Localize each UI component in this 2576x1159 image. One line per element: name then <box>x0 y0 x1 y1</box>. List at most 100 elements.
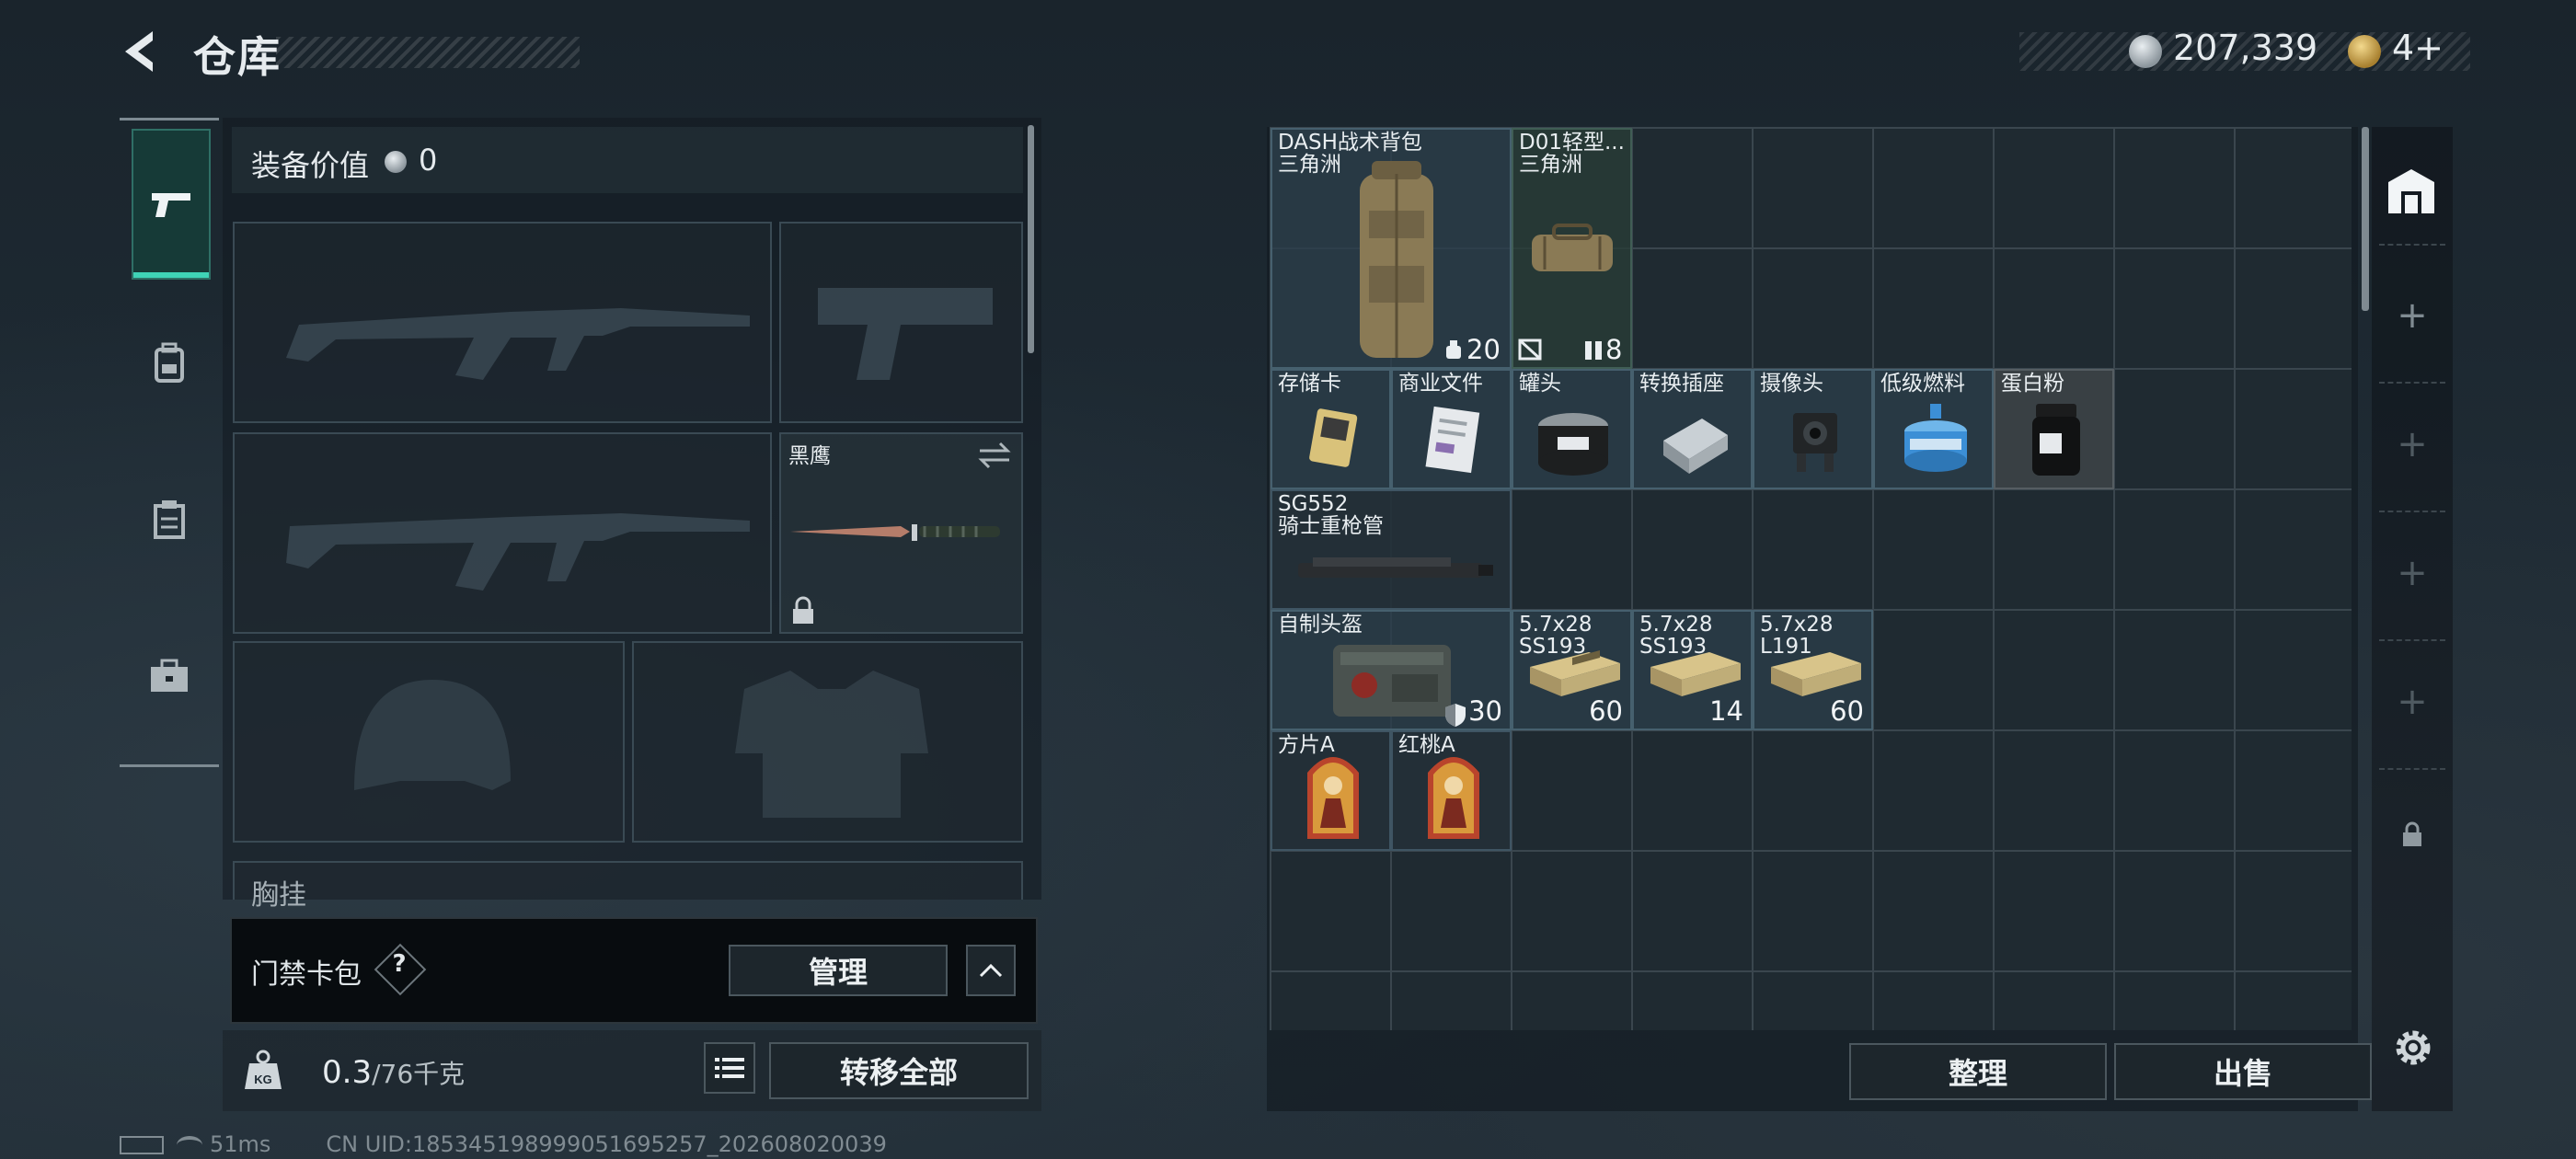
item-fuel[interactable]: 低级燃料 <box>1873 369 1994 489</box>
rifle-silhouette-icon <box>286 513 750 591</box>
item-ammo-ss193[interactable]: 5.7x28 SS193 60 <box>1512 610 1632 730</box>
item-ammo-l191[interactable]: 5.7x28 L191 60 <box>1753 610 1873 730</box>
armor-shield-icon <box>1445 704 1466 727</box>
silver-coin-icon <box>2129 35 2162 68</box>
item-name: 存储卡 <box>1278 372 1341 396</box>
ping-readout: 51ms <box>210 1131 271 1157</box>
currency-secondary-amount[interactable]: 4+ <box>2392 28 2444 68</box>
list-icon <box>715 1058 744 1078</box>
item-card-diamond-a[interactable]: 方片A <box>1271 730 1391 851</box>
back-arrow-icon[interactable] <box>118 28 166 75</box>
document-icon <box>1425 406 1480 474</box>
title-decoration <box>276 37 580 68</box>
item-memory-card[interactable]: 存储卡 <box>1271 369 1391 489</box>
armor-slot[interactable] <box>632 641 1023 843</box>
page-title: 仓库 <box>193 32 282 82</box>
tab-weapons[interactable] <box>132 129 211 280</box>
pistol-slot[interactable] <box>779 222 1023 423</box>
slots-icon <box>1585 341 1602 360</box>
item-sg552-barrel[interactable]: SG552 骑士重枪管 <box>1271 489 1512 610</box>
tab-vest[interactable] <box>132 446 207 593</box>
rail-divider <box>2379 382 2445 384</box>
item-capacity: 20 <box>1466 334 1501 365</box>
camera-icon <box>1793 413 1837 472</box>
weight-max: /76 <box>372 1059 414 1089</box>
card-icon <box>1307 757 1359 839</box>
settings-gear-icon[interactable] <box>2390 1025 2436 1071</box>
manage-button[interactable]: 管理 <box>729 945 948 996</box>
lock-icon[interactable] <box>2400 820 2424 848</box>
secondary-weapon-slot[interactable] <box>233 432 772 634</box>
storage-scrollbar[interactable] <box>2362 127 2369 311</box>
backpack-item-icon <box>1360 161 1433 358</box>
item-canned-food[interactable]: 罐头 <box>1512 369 1632 489</box>
item-business-docs[interactable]: 商业文件 <box>1391 369 1512 489</box>
item-camera[interactable]: 摄像头 <box>1753 369 1873 489</box>
item-protein-powder[interactable]: 蛋白粉 <box>1994 369 2114 489</box>
item-name: 低级燃料 <box>1880 372 1965 396</box>
item-power-adapter[interactable]: 转换插座 <box>1632 369 1753 489</box>
gold-coin-icon <box>2348 35 2381 68</box>
item-name: 罐头 <box>1519 372 1561 396</box>
weight-current: 0.3 <box>322 1054 373 1091</box>
card-icon <box>1428 757 1479 839</box>
equipment-scrollbar[interactable] <box>1028 125 1034 353</box>
expand-button[interactable] <box>966 945 1016 996</box>
sort-button[interactable]: 整理 <box>1849 1043 2107 1100</box>
weight-unit: 千克 <box>413 1059 466 1089</box>
help-glyph: ? <box>392 950 407 978</box>
chest-rig-label: 胸挂 <box>251 879 306 912</box>
weight-kg-icon: KG <box>245 1050 282 1089</box>
primary-weapon-slot[interactable] <box>233 222 772 423</box>
rail-divider <box>2379 768 2445 770</box>
item-slots: 8 <box>1605 334 1623 365</box>
sell-button[interactable]: 出售 <box>2114 1043 2372 1100</box>
helmet-silhouette-icon <box>354 680 511 790</box>
item-name: D01轻型... 三角洲 <box>1519 131 1625 177</box>
rail-divider <box>2379 639 2445 641</box>
tab-case[interactable] <box>132 602 207 750</box>
equipment-value-label: 装备价值 <box>251 148 370 183</box>
memory-card-icon <box>1309 408 1358 467</box>
list-view-button[interactable] <box>704 1042 755 1094</box>
armor-silhouette-icon <box>735 671 928 818</box>
item-name: SG552 骑士重枪管 <box>1278 492 1384 538</box>
backpack-icon <box>155 342 184 383</box>
barrel-icon <box>1298 557 1493 578</box>
helmet-item-icon <box>1333 645 1451 717</box>
tab-backpack[interactable] <box>132 290 207 437</box>
currency-primary-amount: 207,339 <box>2173 28 2318 68</box>
item-homemade-helmet[interactable]: 自制头盔 30 <box>1271 610 1512 730</box>
add-page-icon[interactable]: + <box>2392 681 2432 723</box>
melee-slot[interactable]: 黑鹰 <box>779 432 1023 634</box>
warehouse-icon[interactable] <box>2385 166 2438 217</box>
status-bar: 51ms CN UID:18534519899905169525​7_202608… <box>120 1131 887 1157</box>
item-d01-bag[interactable]: D01轻型... 三角洲 8 <box>1512 128 1632 369</box>
battery-icon <box>120 1136 164 1154</box>
item-durability: 30 <box>1468 695 1502 727</box>
rifle-silhouette-icon <box>286 308 750 380</box>
capacity-icon <box>1446 340 1461 359</box>
item-dash-backpack[interactable]: DASH战术背包 三角洲 20 <box>1271 128 1512 369</box>
adapter-icon <box>1663 419 1728 474</box>
keycard-label: 门禁卡包 <box>251 958 362 991</box>
pistol-silhouette-icon <box>818 288 993 380</box>
pistol-icon <box>152 193 190 217</box>
add-page-icon[interactable]: + <box>2392 423 2432 465</box>
item-card-heart-a[interactable]: 红桃A <box>1391 730 1512 851</box>
helmet-slot[interactable] <box>233 641 625 843</box>
chevron-up-icon <box>979 963 1003 978</box>
knife-icon <box>790 524 1000 541</box>
add-page-icon[interactable]: + <box>2392 294 2432 337</box>
add-page-icon[interactable]: + <box>2392 552 2432 594</box>
transfer-all-button[interactable]: 转移全部 <box>769 1042 1029 1099</box>
wifi-icon <box>177 1136 202 1154</box>
item-name: 商业文件 <box>1398 372 1483 396</box>
clipboard-icon <box>154 500 185 539</box>
item-ammo-ss193[interactable]: 5.7x28 SS193 14 <box>1632 610 1753 730</box>
chest-rig-slot[interactable] <box>233 861 1023 900</box>
can-icon <box>1538 413 1608 476</box>
weight-readout: 0.3/76千克 <box>322 1054 465 1091</box>
svg-text:KG: KG <box>254 1073 272 1086</box>
user-uid: CN UID:18534519899905169525​7_2026080200… <box>326 1131 887 1157</box>
